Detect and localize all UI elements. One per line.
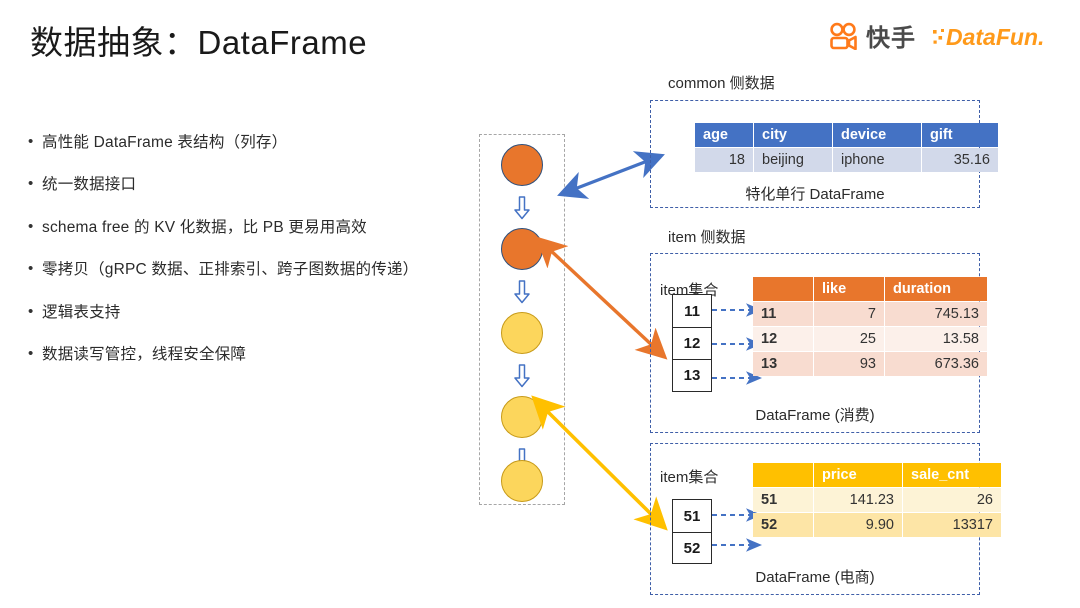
bullet-dot-icon: •: [28, 175, 34, 193]
bullet-text: 高性能 DataFrame 表结构（列存）: [42, 134, 288, 151]
pipeline-node-4: [501, 396, 543, 438]
datafun-logo-icon: DataFun.: [933, 24, 1044, 50]
column-header: device: [833, 123, 921, 147]
table-cell: 26: [903, 488, 1001, 512]
item-consume-table-caption: DataFrame (消费): [755, 407, 875, 424]
bullet-dot-icon: •: [28, 344, 34, 362]
column-header: sale_cnt: [903, 463, 1001, 487]
table-cell: 673.36: [885, 352, 987, 376]
bullet-dot-icon: •: [28, 302, 34, 320]
common-panel-caption: common 侧数据: [668, 75, 775, 92]
table-cell: 13: [753, 352, 813, 376]
down-block-arrow-icon: [514, 280, 530, 304]
table-cell: 745.13: [885, 302, 987, 326]
column-header: gift: [922, 123, 998, 147]
column-header: age: [695, 123, 753, 147]
set-item: 11: [684, 302, 700, 320]
bullet-item: • 逻辑表支持: [28, 302, 458, 323]
table-cell: 9.90: [814, 513, 902, 537]
table-row: 11 7 745.13: [753, 302, 987, 326]
item-ecom-set-label: item集合: [660, 469, 719, 486]
table-cell: 11: [753, 302, 813, 326]
table-row: 52 9.90 13317: [753, 513, 1001, 537]
set-item: 13: [673, 359, 711, 391]
pipeline-node-3: [501, 312, 543, 354]
table-cell: iphone: [833, 148, 921, 172]
bullet-dot-icon: •: [28, 133, 34, 150]
column-header: [753, 463, 813, 487]
table-cell: 25: [814, 327, 884, 351]
bullet-text: 逻辑表支持: [42, 303, 121, 321]
table-cell: 13317: [903, 513, 1001, 537]
kuaishou-camera-icon: [830, 22, 857, 50]
item-ecom-set-box: 51 52: [672, 499, 712, 564]
bullet-text: 统一数据接口: [42, 176, 137, 194]
table-header-row: price sale_cnt: [753, 463, 1001, 487]
bullet-dot-icon: •: [28, 260, 34, 278]
down-block-arrow-icon: [514, 364, 530, 388]
table-cell: 7: [814, 302, 884, 326]
pipeline-node-1: [501, 144, 543, 186]
table-cell: 52: [753, 513, 813, 537]
down-block-arrow-icon: [514, 196, 530, 220]
bullet-text: 数据读写管控，线程安全保障: [42, 345, 247, 363]
item-panel-caption: item 侧数据: [668, 229, 746, 246]
table-header-row: age city device gift: [695, 123, 998, 147]
bullet-item: • 数据读写管控，线程安全保障: [28, 344, 458, 365]
column-header: city: [754, 123, 832, 147]
bullet-text: schema free 的 KV 化数据，比 PB 更易用高效: [42, 218, 367, 236]
kuaishou-logo: 快手: [826, 18, 916, 53]
table-header-row: like duration: [753, 277, 987, 301]
item-consume-set-box: 11 12 13: [672, 294, 712, 392]
column-header: like: [814, 277, 884, 301]
set-item: 52: [673, 532, 711, 564]
table-cell: 18: [695, 148, 753, 172]
table-row: 18 beijing iphone 35.16: [695, 148, 998, 172]
column-header: [753, 277, 813, 301]
table-cell: 35.16: [922, 148, 998, 172]
common-dataframe-table: age city device gift 18 beijing iphone 3…: [694, 122, 999, 173]
column-header: price: [814, 463, 902, 487]
table-row: 13 93 673.36: [753, 352, 987, 376]
bullet-item: • 统一数据接口: [28, 174, 458, 195]
bullet-dot-icon: •: [28, 217, 34, 235]
item-ecom-table-caption: DataFrame (电商): [755, 569, 875, 586]
table-cell: beijing: [754, 148, 832, 172]
connector-common: [557, 151, 665, 199]
feature-bullet-list: • 高性能 DataFrame 表结构（列存） • 统一数据接口 • schem…: [28, 132, 458, 386]
table-cell: 12: [753, 327, 813, 351]
column-header: duration: [885, 277, 987, 301]
pipeline-node-2: [501, 228, 543, 270]
item-consume-dataframe-table: like duration 11 7 745.13 12 25 13.58 13…: [752, 276, 988, 377]
table-cell: 13.58: [885, 327, 987, 351]
bullet-item: • 高性能 DataFrame 表结构（列存）: [28, 132, 458, 153]
common-table-caption: 特化单行 DataFrame: [745, 186, 885, 203]
set-item: 12: [673, 327, 711, 359]
bullet-item: • 零拷贝（gRPC 数据、正排索引、跨子图数据的传递）: [28, 259, 458, 280]
table-cell: 141.23: [814, 488, 902, 512]
table-row: 12 25 13.58: [753, 327, 987, 351]
brand-bar: 快手 DataFun.: [826, 18, 1060, 53]
svg-text:DataFun.: DataFun.: [946, 24, 1044, 50]
pipeline-node-5: [501, 460, 543, 502]
page-title: 数据抽象：DataFrame: [30, 24, 368, 61]
table-cell: 51: [753, 488, 813, 512]
table-row: 51 141.23 26: [753, 488, 1001, 512]
bullet-text: 零拷贝（gRPC 数据、正排索引、跨子图数据的传递）: [42, 261, 419, 279]
set-item: 51: [683, 507, 701, 525]
item-ecom-dataframe-table: price sale_cnt 51 141.23 26 52 9.90 1331…: [752, 462, 1002, 538]
kuaishou-wordmark: 快手: [866, 25, 916, 52]
table-cell: 93: [814, 352, 884, 376]
bullet-item: • schema free 的 KV 化数据，比 PB 更易用高效: [28, 217, 458, 238]
